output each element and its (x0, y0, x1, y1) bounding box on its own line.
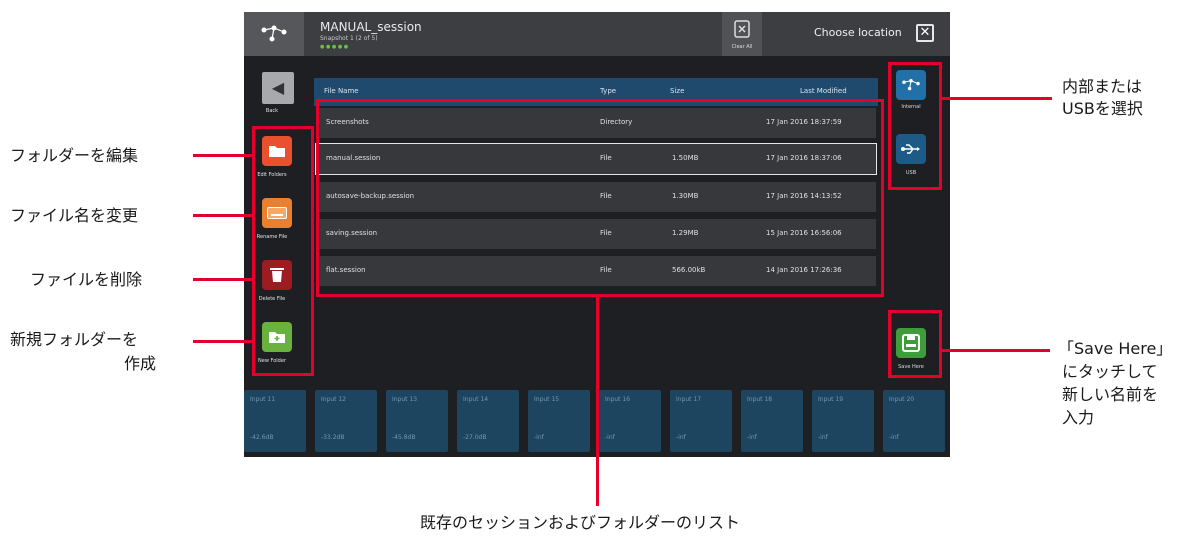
channel-input-12[interactable]: Input 12 -33.2dB (315, 390, 377, 452)
close-button[interactable]: ✕ (916, 24, 934, 42)
leader-line (193, 278, 253, 281)
channel-level: -inf (534, 434, 544, 441)
clear-all-label: Clear All (731, 44, 753, 50)
annotation-save-4: 入力 (1062, 408, 1095, 427)
left-tools-highlight (252, 126, 314, 376)
annotation-list: 既存のセッションおよびフォルダーのリスト (420, 513, 741, 532)
annotation-rename-file: ファイル名を変更 (10, 206, 139, 225)
annotation-save-3: 新しい名前を (1062, 385, 1159, 404)
annotation-save-2: にタッチして (1062, 362, 1158, 381)
leader-line (942, 97, 1052, 100)
channel-name: Input 11 (250, 396, 276, 403)
channel-input-16[interactable]: Input 16 -inf (599, 390, 661, 452)
column-type[interactable]: Type (600, 87, 616, 95)
network-logo-button[interactable] (244, 12, 304, 56)
annotation-delete-file: ファイルを削除 (30, 270, 143, 289)
choose-location-title: Choose location (814, 26, 902, 39)
channel-input-19[interactable]: Input 19 -inf (812, 390, 874, 452)
annotation-edit-folders: フォルダーを編集 (10, 146, 139, 165)
channel-name: Input 12 (321, 396, 347, 403)
clear-all-icon (734, 20, 750, 38)
channel-name: Input 17 (676, 396, 702, 403)
close-icon: ✕ (919, 25, 931, 40)
leader-line (193, 214, 253, 217)
leader-line (193, 154, 253, 157)
channel-name: Input 16 (605, 396, 631, 403)
leader-line (193, 340, 253, 343)
channel-input-17[interactable]: Input 17 -inf (670, 390, 732, 452)
leader-line (596, 297, 599, 506)
location-highlight (888, 62, 942, 190)
channel-input-20[interactable]: Input 20 -inf (883, 390, 945, 452)
column-file-name[interactable]: File Name (324, 87, 359, 95)
back-label: Back (265, 108, 279, 114)
channel-level: -27.0dB (463, 434, 487, 441)
channel-level: -inf (676, 434, 686, 441)
back-arrow-icon: ◀ (271, 78, 285, 97)
channel-input-11[interactable]: Input 11 -42.6dB (244, 390, 306, 452)
clear-all-button[interactable]: Clear All (722, 12, 762, 56)
channel-level: -inf (889, 434, 899, 441)
channel-input-14[interactable]: Input 14 -27.0dB (457, 390, 519, 452)
back-button[interactable]: ◀ (262, 72, 294, 104)
channel-input-18[interactable]: Input 18 -inf (741, 390, 803, 452)
channel-name: Input 14 (463, 396, 489, 403)
annotation-new-folder-1: 新規フォルダーを (10, 330, 139, 349)
leader-line (942, 349, 1050, 352)
column-last-modified[interactable]: Last Modified (800, 87, 847, 95)
channel-level: -inf (605, 434, 615, 441)
column-size[interactable]: Size (670, 87, 684, 95)
annotation-new-folder-2: 作成 (124, 354, 157, 373)
channel-name: Input 15 (534, 396, 560, 403)
channel-level: -33.2dB (321, 434, 345, 441)
annotation-select-1: 内部または (1062, 77, 1143, 96)
network-icon (261, 25, 287, 42)
channel-name: Input 13 (392, 396, 418, 403)
top-bar: MANUAL_session Snapshot 1 (2 of 5) ● ● ●… (244, 12, 950, 56)
channel-level: -inf (747, 434, 757, 441)
channel-level: -inf (818, 434, 828, 441)
annotation-select-2: USBを選択 (1062, 99, 1143, 118)
channel-name: Input 20 (889, 396, 915, 403)
save-here-highlight (888, 310, 942, 378)
channel-input-13[interactable]: Input 13 -45.8dB (386, 390, 448, 452)
channel-input-15[interactable]: Input 15 -inf (528, 390, 590, 452)
session-subtitle: Snapshot 1 (2 of 5) (320, 35, 378, 42)
session-title: MANUAL_session (320, 20, 422, 34)
session-indicator: ● ● ● ● ● (320, 44, 349, 50)
channel-level: -42.6dB (250, 434, 274, 441)
channel-name: Input 19 (818, 396, 844, 403)
file-list-highlight (316, 99, 884, 297)
channel-name: Input 18 (747, 396, 773, 403)
annotation-save-1: 「Save Here」 (1058, 339, 1173, 358)
channel-level: -45.8dB (392, 434, 416, 441)
